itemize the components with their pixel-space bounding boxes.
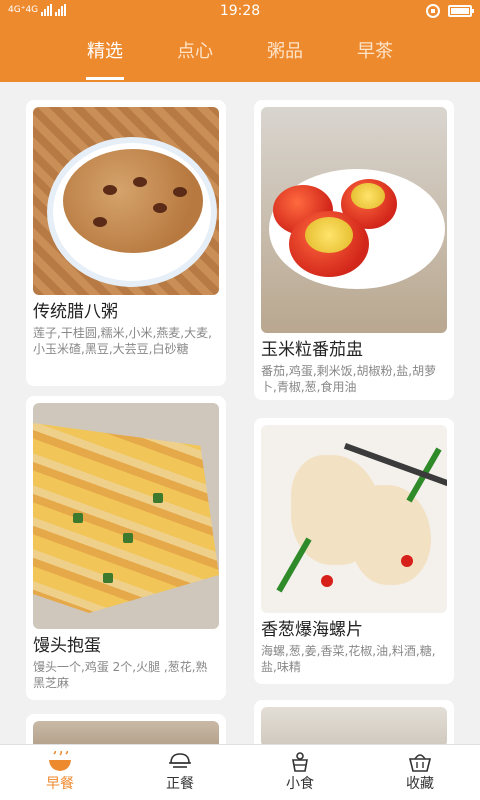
bottom-nav: 早餐 正餐 小食 收藏 (0, 744, 480, 800)
recipe-title: 香葱爆海螺片 (261, 620, 363, 640)
nav-label: 小食 (286, 776, 314, 792)
recipe-title: 玉米粒番茄盅 (261, 340, 363, 360)
recipe-card[interactable]: 传统腊八粥 莲子,干桂圆,糯米,小米,燕麦,大麦,小玉米碴,黑豆,大芸豆,白砂糖 (26, 100, 226, 386)
recipe-photo (261, 425, 447, 613)
nav-snack[interactable]: 小食 (240, 745, 360, 800)
recipe-card[interactable]: 玉米粒番茄盅 番茄,鸡蛋,剩米饭,胡椒粉,盐,胡萝卜,青椒,葱,食用油 (254, 100, 454, 400)
bowl-icon (0, 745, 120, 773)
snack-icon (240, 745, 360, 773)
recipe-photo (261, 107, 447, 333)
recipe-title: 传统腊八粥 (33, 302, 118, 322)
dish-icon (120, 745, 240, 773)
recipe-card[interactable] (254, 700, 454, 744)
nav-favorites[interactable]: 收藏 (360, 745, 480, 800)
nav-label: 正餐 (166, 776, 194, 792)
recipe-ingredients: 海螺,葱,姜,香菜,花椒,油,料酒,糖,盐,味精 (261, 644, 436, 674)
recipe-feed[interactable]: 传统腊八粥 莲子,干桂圆,糯米,小米,燕麦,大麦,小玉米碴,黑豆,大芸豆,白砂糖… (0, 82, 480, 744)
status-bar: 4G⁺4G 19:28 (0, 0, 480, 24)
recipe-photo (33, 721, 219, 744)
status-icons (426, 4, 474, 18)
rotation-lock-icon (426, 4, 440, 18)
recipe-card[interactable]: 馒头抱蛋 馒头一个,鸡蛋 2个,火腿 ,葱花,熟黑芝麻 (26, 396, 226, 700)
recipe-ingredients: 馒头一个,鸡蛋 2个,火腿 ,葱花,熟黑芝麻 (33, 660, 208, 690)
basket-icon (360, 745, 480, 773)
tab-dim-sum[interactable]: 点心 (150, 24, 240, 82)
recipe-photo (261, 707, 447, 744)
recipe-photo (33, 403, 219, 629)
tab-featured[interactable]: 精选 (60, 24, 150, 82)
tab-morning-tea[interactable]: 早茶 (330, 24, 420, 82)
recipe-photo (33, 107, 219, 295)
recipe-ingredients: 莲子,干桂圆,糯米,小米,燕麦,大麦,小玉米碴,黑豆,大芸豆,白砂糖 (33, 326, 212, 356)
battery-icon (448, 5, 474, 17)
recipe-card[interactable]: 香葱爆海螺片 海螺,葱,姜,香菜,花椒,油,料酒,糖,盐,味精 (254, 418, 454, 684)
nav-main-meal[interactable]: 正餐 (120, 745, 240, 800)
recipe-card[interactable] (26, 714, 226, 744)
tab-congee[interactable]: 粥品 (240, 24, 330, 82)
status-time: 19:28 (219, 3, 261, 19)
nav-breakfast[interactable]: 早餐 (0, 745, 120, 800)
category-tabs: 精选 点心 粥品 早茶 (0, 24, 480, 82)
nav-label: 早餐 (46, 776, 74, 792)
nav-label: 收藏 (406, 776, 434, 792)
recipe-title: 馒头抱蛋 (33, 636, 101, 656)
recipe-ingredients: 番茄,鸡蛋,剩米饭,胡椒粉,盐,胡萝卜,青椒,葱,食用油 (261, 364, 437, 394)
